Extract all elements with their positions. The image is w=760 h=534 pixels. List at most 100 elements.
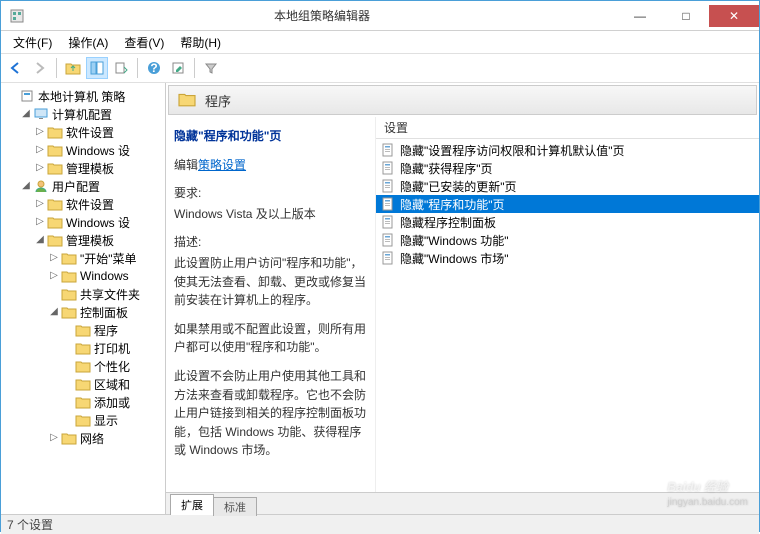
settings-list-pane: 设置 隐藏"设置程序访问权限和计算机默认值"页隐藏"获得程序"页隐藏"已安装的更… <box>376 117 759 492</box>
list-row[interactable]: 隐藏"已安装的更新"页 <box>376 177 759 195</box>
forward-button[interactable] <box>29 57 51 79</box>
tree-expander[interactable]: ▷ <box>47 270 61 282</box>
tab-standard[interactable]: 标准 <box>213 497 257 516</box>
description-text: 此设置不会防止用户使用其他工具和方法来查看或卸载程序。它也不会防止用户链接到相关… <box>174 367 367 460</box>
close-button[interactable]: ✕ <box>709 5 759 27</box>
list-item-label: 隐藏"Windows 市场" <box>400 250 509 267</box>
tree-label: "开始"菜单 <box>80 250 137 267</box>
tree-expander[interactable]: ▷ <box>47 432 61 444</box>
toolbar-separator <box>194 58 195 78</box>
folder-icon <box>61 286 77 302</box>
tree-label: 打印机 <box>94 340 130 357</box>
policy-item-icon <box>380 214 396 230</box>
tree-expander[interactable]: ▷ <box>47 252 61 264</box>
list-item-label: 隐藏"设置程序访问权限和计算机默认值"页 <box>400 142 625 159</box>
tree-expander[interactable]: ◢ <box>19 180 33 192</box>
policy-item-icon <box>380 178 396 194</box>
tree-programs[interactable]: 程序 <box>1 321 165 339</box>
tree-expander[interactable]: ▷ <box>33 144 47 156</box>
requirements-text: Windows Vista 及以上版本 <box>174 205 367 224</box>
folder-icon <box>75 394 91 410</box>
tree-label: 共享文件夹 <box>80 286 140 303</box>
up-button[interactable] <box>62 57 84 79</box>
tree-label: Windows <box>80 269 129 283</box>
tab-extended[interactable]: 扩展 <box>170 494 214 515</box>
description-text: 此设置防止用户访问"程序和功能"，使其无法查看、卸载、更改或修复当前安装在计算机… <box>174 254 367 310</box>
description-label: 描述: <box>174 233 367 252</box>
tree-item[interactable]: ▷管理模板 <box>1 159 165 177</box>
tree-item[interactable]: 添加或 <box>1 393 165 411</box>
tree-expander[interactable]: ▷ <box>33 126 47 138</box>
tree-item[interactable]: ▷ "开始"菜单 <box>1 249 165 267</box>
description-pane: 隐藏"程序和功能"页 编辑策略设置 要求: Windows Vista 及以上版… <box>166 117 376 492</box>
folder-icon <box>75 376 91 392</box>
folder-icon <box>75 340 91 356</box>
edit-policy-link[interactable]: 策略设置 <box>198 158 246 172</box>
tree-item[interactable]: ▷软件设置 <box>1 123 165 141</box>
tree-item[interactable]: ▷网络 <box>1 429 165 447</box>
toolbar: ? <box>1 53 759 83</box>
tree-item[interactable]: ▷软件设置 <box>1 195 165 213</box>
tree-control-panel[interactable]: ◢控制面板 <box>1 303 165 321</box>
tree-item[interactable]: 共享文件夹 <box>1 285 165 303</box>
tree-label: 程序 <box>94 322 118 339</box>
tree-item[interactable]: 打印机 <box>1 339 165 357</box>
minimize-button[interactable]: — <box>617 5 663 27</box>
menu-action[interactable]: 操作(A) <box>60 32 116 53</box>
list-row[interactable]: 隐藏程序控制面板 <box>376 213 759 231</box>
show-hide-tree-button[interactable] <box>86 57 108 79</box>
menu-view[interactable]: 查看(V) <box>116 32 172 53</box>
menu-bar: 文件(F) 操作(A) 查看(V) 帮助(H) <box>1 31 759 53</box>
tree-computer-config[interactable]: ◢ 计算机配置 <box>1 105 165 123</box>
folder-icon <box>47 214 63 230</box>
help-button[interactable]: ? <box>143 57 165 79</box>
list-row[interactable]: 隐藏"程序和功能"页 <box>376 195 759 213</box>
status-text: 7 个设置 <box>7 516 53 533</box>
column-header[interactable]: 设置 <box>376 117 759 139</box>
folder-icon <box>47 160 63 176</box>
tree-admin-templates[interactable]: ◢管理模板 <box>1 231 165 249</box>
menu-help[interactable]: 帮助(H) <box>172 32 229 53</box>
title-bar: 本地组策略编辑器 — □ ✕ <box>1 1 759 31</box>
folder-icon <box>75 358 91 374</box>
toolbar-separator <box>137 58 138 78</box>
toolbar-separator <box>56 58 57 78</box>
tree-item[interactable]: ▷ Windows 设 <box>1 141 165 159</box>
view-tabs: 扩展 标准 <box>166 492 759 514</box>
properties-button[interactable] <box>167 57 189 79</box>
folder-icon <box>47 142 63 158</box>
tree-expander[interactable]: ▷ <box>33 216 47 228</box>
selected-policy-title: 隐藏"程序和功能"页 <box>174 127 367 146</box>
list-row[interactable]: 隐藏"Windows 功能" <box>376 231 759 249</box>
folder-icon <box>47 232 63 248</box>
list-row[interactable]: 隐藏"设置程序访问权限和计算机默认值"页 <box>376 141 759 159</box>
tree-item[interactable]: 显示 <box>1 411 165 429</box>
policy-item-icon <box>380 142 396 158</box>
list-item-label: 隐藏"Windows 功能" <box>400 232 509 249</box>
maximize-button[interactable]: □ <box>663 5 709 27</box>
tree-item[interactable]: ▷ Windows <box>1 267 165 285</box>
tree-root[interactable]: 本地计算机 策略 <box>1 87 165 105</box>
list-row[interactable]: 隐藏"Windows 市场" <box>376 249 759 267</box>
filter-button[interactable] <box>200 57 222 79</box>
status-bar: 7 个设置 <box>1 514 759 534</box>
tree-item[interactable]: 区域和 <box>1 375 165 393</box>
tree-pane: 本地计算机 策略 ◢ 计算机配置 ▷软件设置 ▷ Windows 设 ▷管理模板 ◢… <box>1 83 166 514</box>
tree-expander[interactable]: ◢ <box>47 306 61 318</box>
back-button[interactable] <box>5 57 27 79</box>
menu-file[interactable]: 文件(F) <box>5 32 60 53</box>
export-button[interactable] <box>110 57 132 79</box>
tree-expander[interactable]: ◢ <box>19 108 33 120</box>
tree-label: Windows 设 <box>66 142 130 159</box>
tree-expander[interactable]: ◢ <box>33 234 47 246</box>
tree-label: 计算机配置 <box>52 106 112 123</box>
tree-expander[interactable]: ▷ <box>33 162 47 174</box>
tree-item[interactable]: 个性化 <box>1 357 165 375</box>
tree-user-config[interactable]: ◢ 用户配置 <box>1 177 165 195</box>
tree-expander[interactable]: ▷ <box>33 198 47 210</box>
window-title: 本地组策略编辑器 <box>27 7 617 24</box>
list-row[interactable]: 隐藏"获得程序"页 <box>376 159 759 177</box>
tree-item[interactable]: ▷Windows 设 <box>1 213 165 231</box>
tree-label: 用户配置 <box>52 178 100 195</box>
computer-icon <box>33 106 49 122</box>
